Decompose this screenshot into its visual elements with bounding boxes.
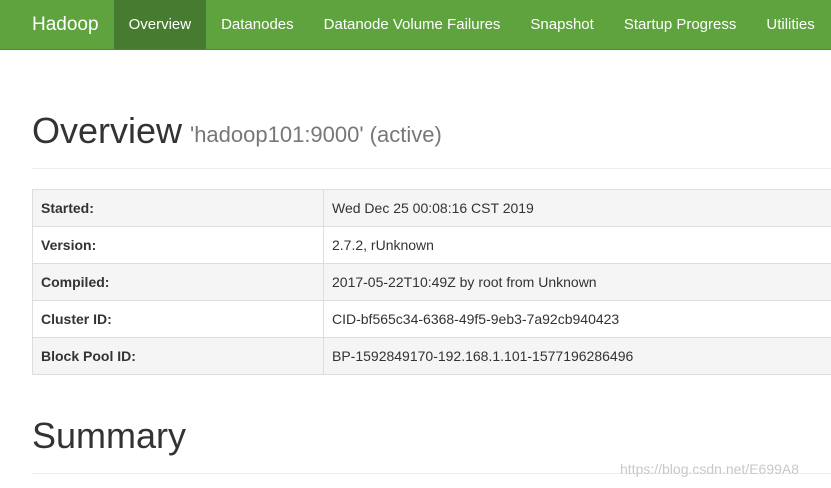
watermark-text: https://blog.csdn.net/E699A8: [620, 461, 800, 477]
overview-header: Overview 'hadoop101:9000' (active): [32, 108, 831, 169]
brand-logo[interactable]: Hadoop: [0, 0, 114, 49]
nav-item-utilities[interactable]: Utilities: [751, 0, 829, 49]
table-row: Started: Wed Dec 25 00:08:16 CST 2019: [32, 189, 831, 227]
table-row: Block Pool ID: BP-1592849170-192.168.1.1…: [32, 337, 831, 375]
row-key-cluster-id: Cluster ID:: [32, 300, 324, 338]
row-value-block-pool-id: BP-1592849170-192.168.1.101-157719628649…: [323, 337, 831, 375]
nav-item-startup-progress[interactable]: Startup Progress: [609, 0, 752, 49]
page-title: Overview: [32, 110, 183, 151]
nav-item-datanode-volume-failures[interactable]: Datanode Volume Failures: [309, 0, 516, 49]
nav-item-datanodes[interactable]: Datanodes: [206, 0, 309, 49]
row-value-compiled: 2017-05-22T10:49Z by root from Unknown: [323, 263, 831, 301]
table-row: Version: 2.7.2, rUnknown: [32, 226, 831, 264]
summary-title: Summary: [32, 415, 187, 456]
table-row: Compiled: 2017-05-22T10:49Z by root from…: [32, 263, 831, 301]
row-value-version: 2.7.2, rUnknown: [323, 226, 831, 264]
top-navbar: Hadoop Overview Datanodes Datanode Volum…: [0, 0, 831, 50]
row-value-cluster-id: CID-bf565c34-6368-49f5-9eb3-7a92cb940423: [323, 300, 831, 338]
nav-item-overview[interactable]: Overview: [113, 0, 207, 49]
nav-item-snapshot[interactable]: Snapshot: [515, 0, 608, 49]
namenode-address: 'hadoop101:9000' (active): [190, 122, 442, 147]
row-key-version: Version:: [32, 226, 324, 264]
overview-info-table: Started: Wed Dec 25 00:08:16 CST 2019 Ve…: [32, 189, 831, 375]
row-key-compiled: Compiled:: [32, 263, 324, 301]
table-row: Cluster ID: CID-bf565c34-6368-49f5-9eb3-…: [32, 300, 831, 338]
row-key-started: Started:: [32, 189, 324, 227]
row-key-block-pool-id: Block Pool ID:: [32, 337, 324, 375]
row-value-started: Wed Dec 25 00:08:16 CST 2019: [323, 189, 831, 227]
